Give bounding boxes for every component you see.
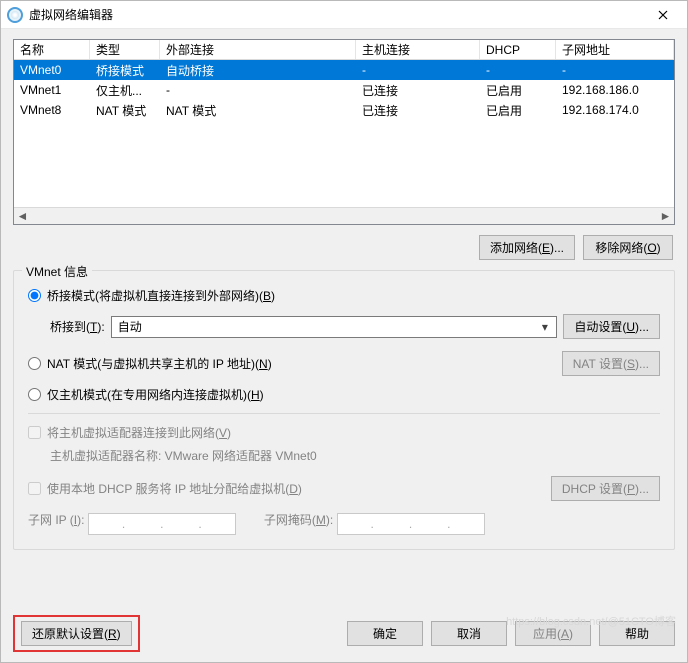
check-dhcp-label: 使用本地 DHCP 服务将 IP 地址分配给虚拟机(D) (47, 480, 302, 497)
check-dhcp: 使用本地 DHCP 服务将 IP 地址分配给虚拟机(D) (28, 480, 302, 497)
subnet-mask-input: ... (337, 513, 485, 535)
radio-bridge-label: 桥接模式(将虚拟机直接连接到外部网络)(B) (47, 287, 275, 304)
add-network-button[interactable]: 添加网络(E)... (479, 235, 575, 260)
check-host-adapter-input (28, 426, 41, 439)
cell-host: 已连接 (356, 82, 480, 99)
restore-defaults-button[interactable]: 还原默认设置(R) (21, 621, 132, 646)
cell-ext: NAT 模式 (160, 102, 356, 119)
bridge-to-label: 桥接到(T): (50, 318, 105, 335)
radio-nat-input[interactable] (28, 357, 41, 370)
bridge-to-value: 自动 (118, 318, 142, 335)
cell-ext: - (160, 83, 356, 97)
subnet-ip-row: 子网 IP (I): ... (28, 511, 236, 535)
subnet-ip-input: ... (88, 513, 236, 535)
table-row[interactable]: VMnet0 桥接模式 自动桥接 - - - (14, 60, 674, 80)
cell-name: VMnet0 (14, 63, 90, 77)
close-button[interactable] (643, 1, 683, 29)
col-subnet[interactable]: 子网地址 (556, 40, 674, 59)
cell-type: 桥接模式 (90, 62, 160, 79)
vmnet-info-group: VMnet 信息 桥接模式(将虚拟机直接连接到外部网络)(B) 桥接到(T): … (13, 270, 675, 550)
network-table[interactable]: 名称 类型 外部连接 主机连接 DHCP 子网地址 VMnet0 桥接模式 自动… (13, 39, 675, 225)
ok-button[interactable]: 确定 (347, 621, 423, 646)
cell-name: VMnet8 (14, 103, 90, 117)
col-host[interactable]: 主机连接 (356, 40, 480, 59)
apply-button[interactable]: 应用(A) (515, 621, 591, 646)
app-icon (7, 7, 23, 23)
col-name[interactable]: 名称 (14, 40, 90, 59)
nat-settings-button[interactable]: NAT 设置(S)... (562, 351, 660, 376)
radio-hostonly-label: 仅主机模式(在专用网络内连接虚拟机)(H) (47, 386, 264, 403)
restore-highlight: 还原默认设置(R) (13, 615, 140, 652)
cell-dhcp: - (480, 63, 556, 77)
divider (28, 413, 660, 414)
cell-name: VMnet1 (14, 83, 90, 97)
group-title: VMnet 信息 (22, 263, 92, 280)
scroll-left-icon[interactable]: ◄ (14, 208, 31, 224)
radio-hostonly-input[interactable] (28, 388, 41, 401)
cell-type: 仅主机... (90, 82, 160, 99)
cell-host: 已连接 (356, 102, 480, 119)
col-external[interactable]: 外部连接 (160, 40, 356, 59)
auto-settings-button[interactable]: 自动设置(U)... (563, 314, 660, 339)
adapter-name: 主机虚拟适配器名称: VMware 网络适配器 VMnet0 (50, 447, 660, 464)
help-button[interactable]: 帮助 (599, 621, 675, 646)
radio-hostonly[interactable]: 仅主机模式(在专用网络内连接虚拟机)(H) (28, 386, 660, 403)
scroll-right-icon[interactable]: ► (657, 208, 674, 224)
cell-type: NAT 模式 (90, 102, 160, 119)
dhcp-settings-button[interactable]: DHCP 设置(P)... (551, 476, 660, 501)
cancel-button[interactable]: 取消 (431, 621, 507, 646)
radio-bridge-input[interactable] (28, 289, 41, 302)
col-type[interactable]: 类型 (90, 40, 160, 59)
cell-dhcp: 已启用 (480, 82, 556, 99)
radio-bridge[interactable]: 桥接模式(将虚拟机直接连接到外部网络)(B) (28, 287, 660, 304)
cell-subnet: - (556, 63, 674, 77)
cell-subnet: 192.168.174.0 (556, 103, 674, 117)
check-dhcp-input (28, 482, 41, 495)
check-host-adapter-label: 将主机虚拟适配器连接到此网络(V) (47, 424, 231, 441)
table-row[interactable]: VMnet8 NAT 模式 NAT 模式 已连接 已启用 192.168.174… (14, 100, 674, 120)
remove-network-button[interactable]: 移除网络(O) (583, 235, 673, 260)
chevron-down-icon: ▾ (537, 320, 552, 334)
table-header-row: 名称 类型 外部连接 主机连接 DHCP 子网地址 (14, 40, 674, 60)
subnet-mask-row: 子网掩码(M): ... (264, 511, 485, 535)
scrollbar-horizontal[interactable]: ◄ ► (14, 207, 674, 224)
radio-nat-label: NAT 模式(与虚拟机共享主机的 IP 地址)(N) (47, 355, 272, 372)
table-row[interactable]: VMnet1 仅主机... - 已连接 已启用 192.168.186.0 (14, 80, 674, 100)
col-dhcp[interactable]: DHCP (480, 40, 556, 59)
check-host-adapter: 将主机虚拟适配器连接到此网络(V) (28, 424, 660, 441)
window-title: 虚拟网络编辑器 (29, 6, 643, 23)
cell-ext: 自动桥接 (160, 62, 356, 79)
radio-nat[interactable]: NAT 模式(与虚拟机共享主机的 IP 地址)(N) (28, 355, 272, 372)
cell-subnet: 192.168.186.0 (556, 83, 674, 97)
cell-host: - (356, 63, 480, 77)
cell-dhcp: 已启用 (480, 102, 556, 119)
subnet-ip-label: 子网 IP (I): (28, 513, 88, 527)
bridge-to-select[interactable]: 自动 ▾ (111, 316, 558, 338)
subnet-mask-label: 子网掩码(M): (264, 513, 337, 527)
